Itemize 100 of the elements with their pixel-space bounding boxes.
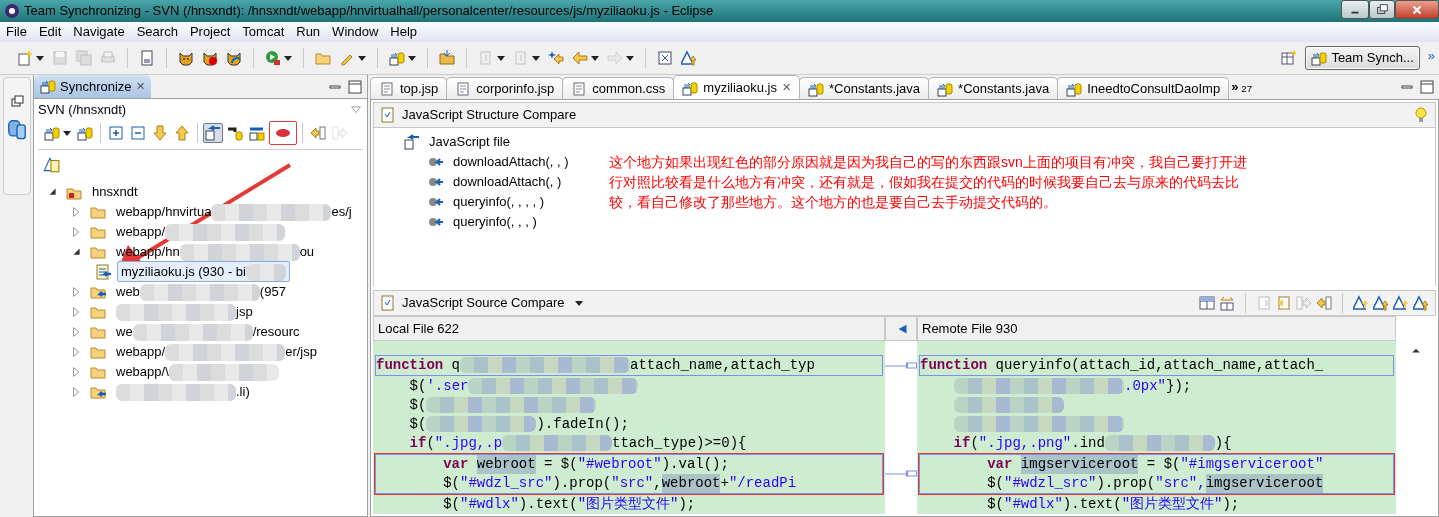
restore-button[interactable]: [1369, 0, 1395, 19]
code-text: attach_name,attach_typ: [630, 356, 815, 375]
maximize-icon[interactable]: [347, 78, 363, 95]
caret-icon[interactable]: [626, 55, 634, 61]
code-text: "#webroot": [577, 455, 662, 474]
cat-stop-icon[interactable]: [202, 50, 218, 66]
cat-restart-icon[interactable]: [226, 50, 242, 66]
tree-item[interactable]: queryinfo(, , , ): [449, 211, 541, 233]
restore-icon[interactable]: [9, 94, 25, 110]
lightbulb-icon[interactable]: [1413, 107, 1429, 123]
caret-icon[interactable]: [358, 55, 366, 61]
menu-item[interactable]: Project: [183, 22, 237, 42]
code-text: ".jpg,.png": [978, 434, 1072, 453]
caret-icon[interactable]: [591, 55, 599, 61]
code-text: "#wdzl_src": [460, 474, 553, 493]
tree-item[interactable]: myziliaoku.js (930 - bi: [117, 260, 290, 283]
file-icon: [455, 80, 472, 97]
code-text: .0px": [1124, 377, 1166, 396]
back-icon[interactable]: [548, 50, 564, 66]
editor-tab[interactable]: common.css: [562, 77, 675, 99]
synchronize-icon: [1311, 50, 1328, 66]
code-text: ).text(: [518, 495, 578, 514]
editor-tab[interactable]: *Constants.java: [928, 77, 1059, 99]
close-icon[interactable]: ✕: [135, 78, 145, 95]
previous-difference-icon[interactable]: [1373, 295, 1389, 311]
filter-icon[interactable]: [42, 155, 60, 174]
code-text: +: [720, 474, 729, 493]
file-icon: [571, 80, 588, 97]
open-perspective-icon[interactable]: [1281, 50, 1298, 66]
code-text: function: [920, 356, 988, 375]
tree-item[interactable]: webapp/ er/jsp: [112, 340, 321, 363]
next-change-icon[interactable]: [1393, 295, 1409, 311]
menu-item[interactable]: File: [0, 22, 33, 42]
close-icon[interactable]: ✕: [782, 79, 791, 96]
menu-item[interactable]: Tomcat: [236, 22, 291, 42]
code-text: = $(: [543, 455, 578, 474]
code-text: $(: [442, 495, 460, 514]
layout-icon[interactable]: [1199, 295, 1215, 311]
caret-icon[interactable]: [284, 55, 292, 61]
file-icon: [379, 80, 395, 97]
window-title: Team Synchronizing - SVN (/hnsxndt): /hnsxndt/webapp/hnvirtualhall/personalcenter/resources/js/myziliaoku.js - Eclipse: [24, 2, 714, 21]
document-icon[interactable]: [139, 50, 155, 66]
javascript-file-icon: [404, 134, 420, 150]
perspective-button[interactable]: Team Synch...: [1305, 46, 1420, 70]
code-text: $(: [408, 415, 427, 434]
folder-icon[interactable]: [315, 50, 331, 66]
code-text: });: [1166, 377, 1192, 396]
grid-icon[interactable]: [657, 50, 673, 66]
tree-item[interactable]: downloadAttach(, ): [449, 171, 566, 193]
caret-icon[interactable]: [63, 130, 71, 136]
swap-sides-icon[interactable]: [1219, 295, 1235, 311]
tree-item[interactable]: we /resourc: [112, 320, 304, 343]
menu-item[interactable]: Navigate: [67, 22, 131, 42]
code-text: ){: [1214, 434, 1232, 453]
code-text: = $(: [1145, 455, 1181, 474]
tree-item[interactable]: JavaScript file: [425, 131, 514, 153]
code-text: var: [442, 455, 470, 474]
code-text: "图片类型文件": [1121, 495, 1223, 514]
cat-icon[interactable]: [178, 50, 194, 66]
editor-tab[interactable]: top.jsp: [370, 77, 448, 99]
minimize-button[interactable]: [1341, 0, 1369, 19]
code-text: $(: [408, 396, 427, 415]
tree-item[interactable]: webapp/hnvirtua es/j: [112, 200, 356, 223]
menu-item[interactable]: Edit: [32, 22, 68, 42]
compare-icon: [380, 107, 396, 123]
restore-icon[interactable]: [1375, 2, 1389, 17]
more-perspectives[interactable]: »: [1427, 46, 1435, 66]
code-text: $(: [408, 377, 427, 396]
view-tab[interactable]: Synchronize ✕: [34, 75, 151, 98]
editor-tab[interactable]: *Constants.java: [799, 77, 930, 99]
tree-item[interactable]: hnsxndt: [88, 180, 142, 203]
editor-tab[interactable]: IneedtoConsultDaoImp: [1057, 77, 1230, 99]
code-text: if: [952, 434, 971, 453]
menu-item[interactable]: Search: [130, 22, 184, 42]
panel-title: JavaScript Structure Compare: [402, 106, 577, 125]
tree-item[interactable]: downloadAttach(, , ): [449, 151, 573, 173]
menu-item[interactable]: Help: [384, 22, 424, 42]
run-icon[interactable]: [265, 50, 281, 66]
caret-icon[interactable]: [532, 55, 540, 61]
previous-change-icon[interactable]: [1316, 295, 1332, 311]
editor-tab[interactable]: corporinfo.jsp: [446, 77, 564, 99]
open-folder-icon[interactable]: [439, 50, 455, 66]
synchronize-icon[interactable]: [389, 50, 405, 66]
repository-icon[interactable]: [6, 118, 28, 140]
previous-change-icon[interactable]: [1413, 295, 1429, 311]
code-text: webroot: [661, 474, 721, 493]
next-difference-icon[interactable]: [1353, 295, 1369, 311]
close-button[interactable]: [1395, 0, 1439, 19]
maximize-icon[interactable]: [1419, 79, 1435, 95]
menu-item[interactable]: Run: [290, 22, 327, 42]
tree-item[interactable]: queryinfo(, , , , ): [449, 191, 549, 213]
code-text: );: [678, 495, 696, 514]
caret-icon[interactable]: [408, 55, 416, 61]
caret-icon[interactable]: [36, 55, 44, 61]
more-tabs-button[interactable]: » $_{27}$: [1228, 75, 1256, 100]
menu-item[interactable]: Window: [326, 22, 385, 42]
editor-tab[interactable]: myziliaoku.js ✕: [673, 75, 800, 99]
caret-icon[interactable]: [497, 55, 505, 61]
synchronize-icon[interactable]: [44, 125, 60, 141]
view-menu-icon[interactable]: [574, 300, 583, 306]
